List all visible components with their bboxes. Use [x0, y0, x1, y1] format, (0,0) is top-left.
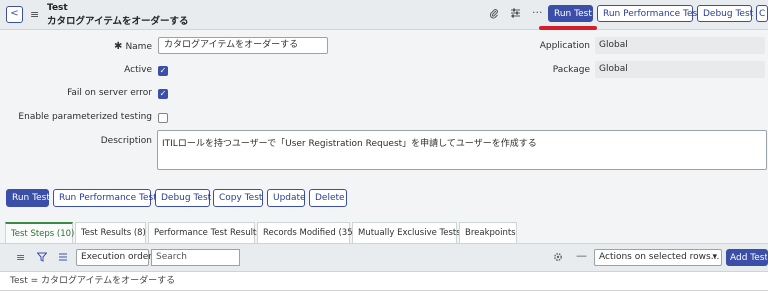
name-label-text: Name: [125, 42, 152, 52]
tab-mutually-exclusive-tests[interactable]: Mutually Exclusive Tests: [352, 222, 461, 243]
application-label: Application: [539, 41, 590, 51]
filter-icon[interactable]: [36, 252, 48, 265]
package-field: Global: [595, 61, 765, 78]
tab-test-steps[interactable]: Test Steps (10): [5, 222, 74, 243]
active-checkbox[interactable]: ✓: [158, 66, 168, 76]
tab-performance-test-results[interactable]: Performance Test Results: [148, 222, 261, 243]
related-lists-tabs: Test Steps (10) Test Results (8) Perform…: [0, 222, 768, 243]
run-performance-test-button[interactable]: Run Performance Test: [597, 5, 701, 22]
name-label: ✱ Name: [0, 41, 152, 52]
debug-test-button[interactable]: Debug Test: [697, 5, 753, 22]
page-subtitle: カタログアイテムをオーダーする: [47, 16, 189, 27]
application-field: Global: [595, 37, 765, 54]
copy-test-button[interactable]: Copy Test: [213, 189, 263, 207]
actions-select[interactable]: Actions on selected rows... ▾: [594, 249, 722, 266]
enable-parameterized-testing-label: Enable parameterized testing: [18, 112, 152, 122]
description-field[interactable]: ITILロールを持つユーザーで「User Registration Reques…: [157, 130, 767, 170]
more-icon[interactable]: ···: [532, 6, 543, 19]
search-input[interactable]: Search: [151, 249, 240, 266]
gear-icon[interactable]: [553, 252, 563, 265]
paperclip-icon[interactable]: [489, 8, 499, 22]
breadcrumb[interactable]: Test = カタログアイテムをオーダーする: [0, 272, 768, 291]
update-button[interactable]: Update: [267, 189, 306, 207]
group-by-icon[interactable]: [58, 252, 68, 265]
list-menu-icon[interactable]: ≡: [16, 251, 25, 264]
active-label: Active: [124, 65, 152, 75]
package-label: Package: [552, 65, 590, 75]
tab-breakpoints[interactable]: Breakpoints: [459, 222, 517, 243]
sliders-icon[interactable]: [510, 8, 521, 21]
search-field-select[interactable]: Execution order ▾: [76, 249, 159, 266]
highlight-underline: [539, 26, 597, 30]
back-button[interactable]: <: [6, 6, 23, 23]
search-field-value: Execution order: [81, 252, 153, 262]
run-test-button-bottom[interactable]: Run Test: [6, 189, 50, 207]
form-header: < ≡ Test カタログアイテムをオーダーする ··· Run Test Ru…: [0, 0, 768, 30]
required-icon: ✱: [114, 41, 123, 52]
copy-test-button-clipped[interactable]: C: [756, 5, 768, 22]
enable-parameterized-testing-checkbox[interactable]: [158, 113, 168, 123]
tab-records-modified[interactable]: Records Modified (35): [257, 222, 356, 243]
page-title: Test: [47, 3, 68, 13]
context-menu-icon[interactable]: ≡: [30, 8, 39, 21]
name-field[interactable]: カタログアイテムをオーダーする: [158, 37, 328, 54]
description-label: Description: [100, 136, 152, 146]
fail-on-server-error-label: Fail on server error: [67, 88, 152, 98]
fail-on-server-error-checkbox[interactable]: ✓: [158, 89, 168, 99]
run-test-button[interactable]: Run Test: [548, 5, 593, 22]
delete-button[interactable]: Delete: [309, 189, 347, 207]
tab-test-results[interactable]: Test Results (8): [75, 222, 146, 243]
actions-select-value: Actions on selected rows...: [599, 252, 720, 262]
run-performance-test-button-bottom[interactable]: Run Performance Test: [53, 189, 157, 207]
list-toolbar: ≡ Execution order ▾ Search — Actions on …: [0, 243, 768, 272]
collapse-icon[interactable]: —: [576, 249, 587, 262]
chevron-down-icon: ▾: [712, 252, 717, 262]
debug-test-button-bottom[interactable]: Debug Test: [155, 189, 211, 207]
add-test-step-button[interactable]: Add Test S: [726, 249, 768, 266]
